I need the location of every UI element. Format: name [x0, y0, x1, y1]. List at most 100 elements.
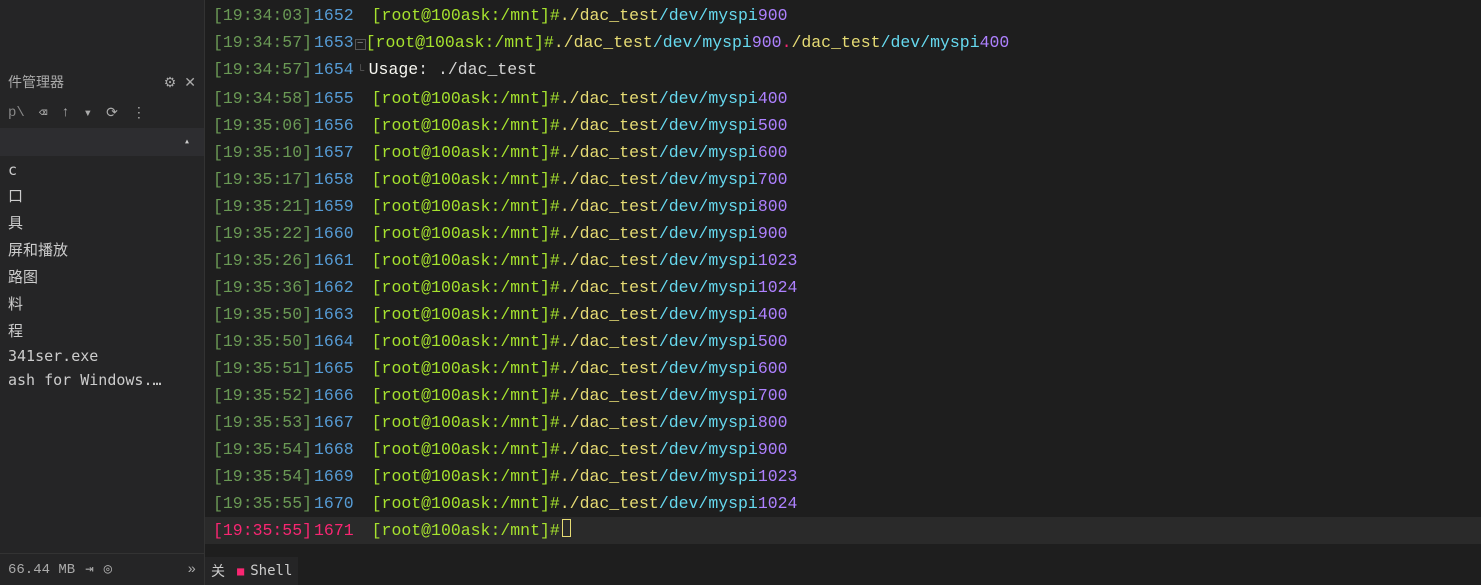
tab-shell[interactable]: ■ Shell [237, 563, 292, 579]
device-path: /dev/myspi [659, 274, 758, 301]
arg-value: 500 [758, 112, 788, 139]
file-item[interactable]: ash for Windows.… [0, 368, 204, 392]
device-path: /dev/myspi [659, 112, 758, 139]
command: ./dac_test [560, 382, 659, 409]
device-path: /dev/myspi [659, 463, 758, 490]
timestamp: [19:35:17] [213, 166, 312, 193]
usage-body: : ./dac_test [418, 56, 557, 83]
line-number: 1665 [314, 355, 354, 382]
timestamp: [19:35:10] [213, 139, 312, 166]
timestamp: [19:35:26] [213, 247, 312, 274]
file-item[interactable]: 具 [0, 209, 204, 236]
timestamp: [19:34:57] [213, 29, 312, 56]
usage-text: Usage [369, 56, 419, 83]
shell-prompt: [root@100ask:/mnt]# [372, 436, 560, 463]
terminal-line: [19:35:54] 1669[root@100ask:/mnt]# ./dac… [205, 463, 1481, 490]
location-icon[interactable]: ◎ [104, 561, 112, 578]
terminal-line: [19:34:57] 1654└Usage: ./dac_test [205, 56, 1481, 85]
file-item[interactable]: 路图 [0, 263, 204, 290]
line-number: 1662 [314, 274, 354, 301]
terminal-line: [19:35:36] 1662[root@100ask:/mnt]# ./dac… [205, 274, 1481, 301]
line-number: 1663 [314, 301, 354, 328]
device-path: /dev/myspi [659, 247, 758, 274]
terminal-line: [19:35:55] 1671[root@100ask:/mnt]# [205, 517, 1481, 544]
path-bar[interactable]: ▴ [0, 128, 204, 156]
device-path: /dev/myspi [659, 85, 758, 112]
tab-first[interactable]: 关 [211, 561, 225, 581]
command: ./dac_test [560, 490, 659, 517]
shell-prompt: [root@100ask:/mnt]# [372, 193, 560, 220]
timestamp: [19:35:51] [213, 355, 312, 382]
terminal-line: [19:35:50] 1663[root@100ask:/mnt]# ./dac… [205, 301, 1481, 328]
arg-value: 700 [758, 166, 788, 193]
device-path: /dev/myspi [659, 328, 758, 355]
collapse-icon[interactable]: ▴ [184, 136, 190, 148]
line-number: 1654 [314, 56, 354, 83]
shell-prompt: [root@100ask:/mnt]# [372, 2, 560, 29]
line-number: 1668 [314, 436, 354, 463]
line-number: 1659 [314, 193, 354, 220]
terminal-line: [19:35:53] 1667[root@100ask:/mnt]# ./dac… [205, 409, 1481, 436]
terminal-line: [19:34:58] 1655[root@100ask:/mnt]# ./dac… [205, 85, 1481, 112]
timestamp: [19:35:50] [213, 301, 312, 328]
arg-value: 800 [758, 193, 788, 220]
shell-prompt: [root@100ask:/mnt]# [372, 247, 560, 274]
sidebar-header: 件管理器 ⚙ ✕ [0, 66, 204, 98]
arg-value: 1024 [758, 490, 798, 517]
terminal-line: [19:35:50] 1664[root@100ask:/mnt]# ./dac… [205, 328, 1481, 355]
tab-indicator-icon: ■ [237, 564, 244, 578]
shell-prompt: [root@100ask:/mnt]# [372, 166, 560, 193]
file-item[interactable]: 341ser.exe [0, 344, 204, 368]
line-number: 1655 [314, 85, 354, 112]
download-icon[interactable]: ⇥ [85, 561, 93, 578]
arg-value: 1023 [758, 247, 798, 274]
line-number: 1652 [314, 2, 354, 29]
arg-value: 900 [758, 2, 788, 29]
line-number: 1656 [314, 112, 354, 139]
shell-prompt: [root@100ask:/mnt]# [372, 517, 560, 544]
command: /dac_test [791, 29, 880, 56]
timestamp: [19:35:06] [213, 112, 312, 139]
timestamp: [19:34:58] [213, 85, 312, 112]
terminal-line: [19:35:21] 1659[root@100ask:/mnt]# ./dac… [205, 193, 1481, 220]
line-number: 1666 [314, 382, 354, 409]
command: ./dac_test [560, 409, 659, 436]
timestamp: [19:35:21] [213, 193, 312, 220]
terminal-line: [19:35:52] 1666[root@100ask:/mnt]# ./dac… [205, 382, 1481, 409]
line-number: 1667 [314, 409, 354, 436]
timestamp: [19:35:36] [213, 274, 312, 301]
shell-prompt: [root@100ask:/mnt]# [372, 301, 560, 328]
command: ./dac_test [554, 29, 653, 56]
arg-value: 900 [758, 220, 788, 247]
command: ./dac_test [560, 2, 659, 29]
arg-value: 700 [758, 382, 788, 409]
line-number: 1658 [314, 166, 354, 193]
more-footer-icon[interactable]: » [188, 562, 196, 578]
shell-prompt: [root@100ask:/mnt]# [372, 409, 560, 436]
up-icon[interactable]: ↑ [61, 105, 69, 121]
dropdown-icon[interactable]: ▾ [84, 105, 92, 122]
refresh-icon[interactable]: ⟳ [106, 105, 118, 122]
arg-value: 900 [752, 29, 782, 56]
close-icon[interactable]: ✕ [184, 74, 196, 91]
path-label: p\ [8, 105, 25, 121]
terminal[interactable]: [19:34:03] 1652[root@100ask:/mnt]# ./dac… [205, 0, 1481, 585]
file-item[interactable]: 程 [0, 317, 204, 344]
sidebar-toolbar: p\ ⌫ ↑ ▾ ⟳ ⋮ [0, 98, 204, 128]
shell-prompt: [root@100ask:/mnt]# [372, 382, 560, 409]
file-item[interactable]: 口 [0, 182, 204, 209]
file-item[interactable]: 料 [0, 290, 204, 317]
line-number: 1660 [314, 220, 354, 247]
file-item[interactable]: c [0, 158, 204, 182]
delete-icon[interactable]: ⌫ [39, 105, 47, 122]
file-item[interactable]: 屏和播放 [0, 236, 204, 263]
arg-value: 400 [980, 29, 1010, 56]
command: ./dac_test [560, 328, 659, 355]
device-path: /dev/myspi [659, 139, 758, 166]
device-path: /dev/myspi [659, 166, 758, 193]
fold-icon[interactable]: − [355, 39, 366, 50]
shell-prompt: [root@100ask:/mnt]# [372, 274, 560, 301]
shell-prompt: [root@100ask:/mnt]# [372, 139, 560, 166]
gear-icon[interactable]: ⚙ [164, 74, 177, 91]
more-icon[interactable]: ⋮ [132, 105, 146, 122]
